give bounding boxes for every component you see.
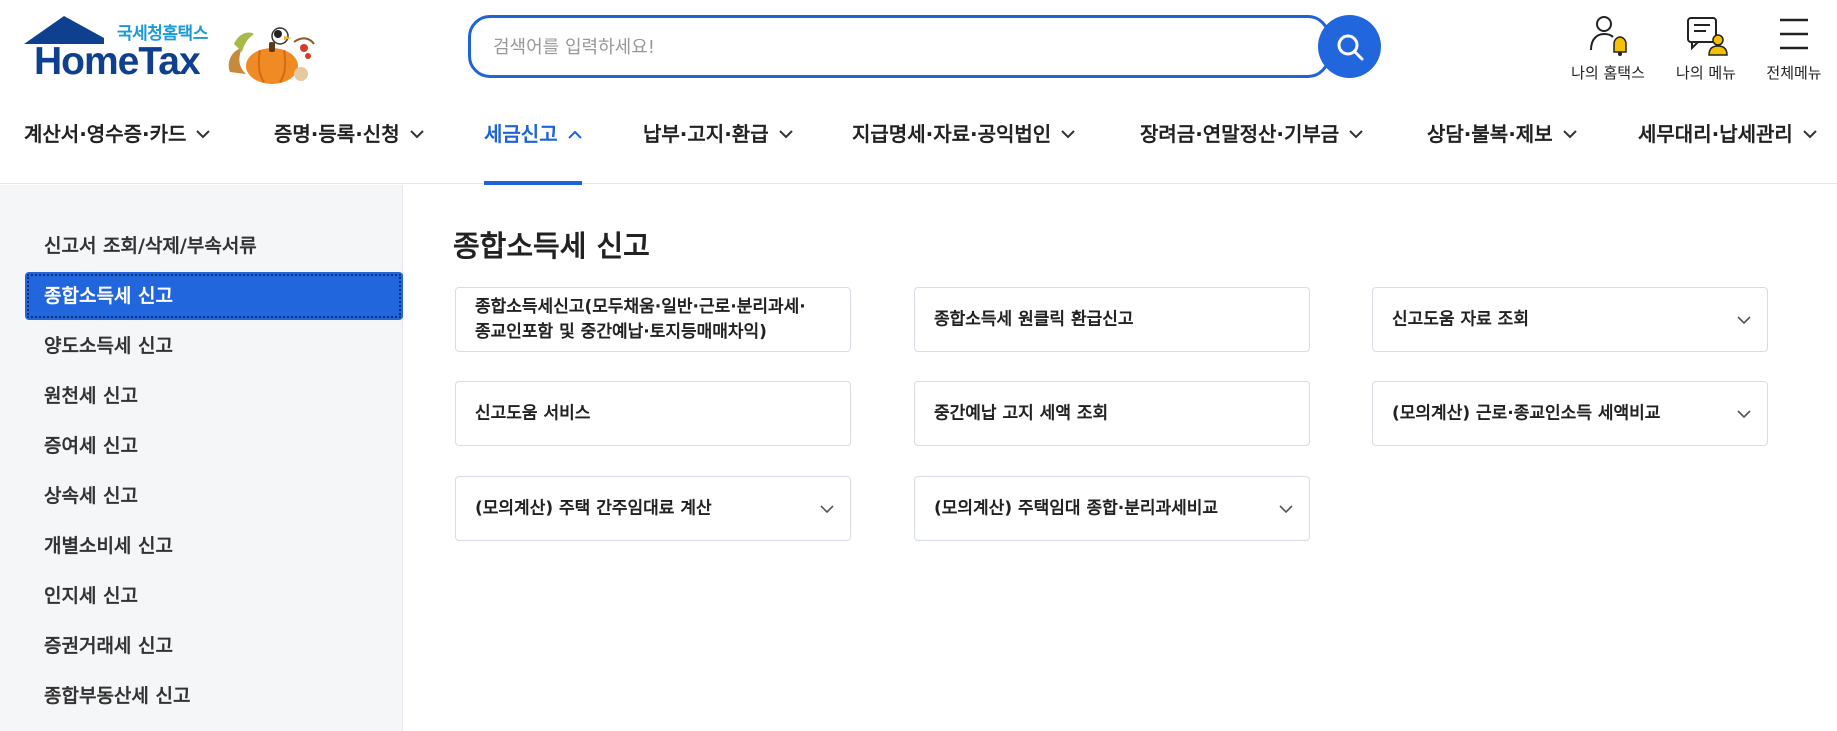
sidebar-item-comprehensive-income-tax[interactable]: 종합소득세 신고 [25,272,403,320]
card-one-click-refund[interactable]: 종합소득세 원클릭 환급신고 [914,287,1310,352]
chevron-down-icon [820,505,834,514]
chevron-down-icon [1562,130,1577,139]
gnb-item-label: 상담·불복·제보 [1427,122,1553,146]
chevron-down-icon [196,130,211,139]
hamburger-icon [1780,18,1808,50]
chevron-down-icon [1349,130,1363,139]
card-label: (모의계산) 주택임대 종합·분리과세비교 [934,498,1219,518]
card-label: (모의계산) 주택 간주임대료 계산 [475,498,712,518]
chevron-down-icon [778,130,793,139]
gnb-item-label: 지급명세·자료·공익법인 [852,122,1052,146]
sidebar-item-filing-lookup[interactable]: 신고서 조회/삭제/부속서류 [25,222,403,270]
gnb-item-payment-statement[interactable]: 지급명세·자료·공익법인 [852,118,1075,184]
hometax-logo[interactable]: 국세청홈택스 HomeTax [24,16,324,84]
page-title: 종합소득세 신고 [453,229,650,263]
sidebar-item-stamp-tax[interactable]: 인지세 신고 [25,572,403,620]
logo-title: HomeTax [34,40,201,83]
sidebar-item-withholding-tax[interactable]: 원천세 신고 [25,372,403,420]
card-filing-help-data[interactable]: 신고도움 자료 조회 [1372,287,1768,352]
menu-user-icon [1687,17,1728,56]
gnb-item-label: 납부·고지·환급 [643,122,769,146]
full-menu-button[interactable]: 전체메뉴 [1744,12,1837,82]
gnb-item-label: 장려금·연말정산·기부금 [1140,122,1340,146]
card-comprehensive-income-tax-filing[interactable]: 종합소득세신고(모두채움·일반·근로·분리과세·종교인포함 및 중간예납·토지등… [455,287,851,352]
gnb-item-tax-agent[interactable]: 세무대리·납세관리 [1638,118,1817,184]
sidebar-item-comprehensive-real-estate-tax[interactable]: 종합부동산세 신고 [25,672,403,720]
my-hometax-button[interactable]: 나의 홈택스 [1558,12,1658,82]
search-box [468,15,1330,78]
gnb-item-tax-filing[interactable]: 세금신고 [484,118,582,185]
card-label: (모의계산) 근로·종교인소득 세액비교 [1392,403,1661,423]
gnb-item-consultation-appeal[interactable]: 상담·불복·제보 [1427,118,1577,184]
util-label: 나의 메뉴 [1676,64,1736,82]
gnb-item-label: 세무대리·납세관리 [1638,122,1793,146]
global-navigation: 계산서·영수증·카드 증명·등록·신청 세금신고 납부·고지·환급 지급명세·자… [0,110,1837,185]
chevron-down-icon [1061,130,1075,139]
sidebar-item-capital-gains-tax[interactable]: 양도소득세 신고 [25,322,403,370]
sidebar-item-gift-tax[interactable]: 증여세 신고 [25,422,403,470]
card-label: 신고도움 서비스 [475,403,591,423]
search-button[interactable] [1318,15,1381,78]
gnb-item-certificate-registration[interactable]: 증명·등록·신청 [274,118,424,184]
card-label: 중간예납 고지 세액 조회 [934,403,1109,423]
gnb-item-payment-refund[interactable]: 납부·고지·환급 [643,118,793,184]
chevron-down-icon [409,130,424,139]
util-label: 나의 홈택스 [1571,64,1645,82]
pumpkin-decoration-icon [228,27,315,84]
sidebar: 신고서 조회/삭제/부속서류 종합소득세 신고 양도소득세 신고 원천세 신고 … [0,185,403,731]
sidebar-item-excise-tax[interactable]: 개별소비세 신고 [25,522,403,570]
card-label: 종합소득세 원클릭 환급신고 [934,309,1134,329]
chevron-down-icon [1803,130,1817,139]
card-label: 종합소득세신고(모두채움·일반·근로·분리과세·종교인포함 및 중간예납·토지등… [475,296,806,342]
card-filing-help-service[interactable]: 신고도움 서비스 [455,381,851,446]
chevron-down-icon [1279,505,1293,514]
gnb-item-incentive-yearend[interactable]: 장려금·연말정산·기부금 [1140,118,1363,184]
chevron-up-icon [567,130,582,139]
util-label: 전체메뉴 [1766,64,1822,82]
search-input[interactable] [493,30,1273,64]
chevron-down-icon [1737,410,1751,419]
card-mock-labor-religious-compare[interactable]: (모의계산) 근로·종교인소득 세액비교 [1372,381,1768,446]
card-mock-deemed-rent[interactable]: (모의계산) 주택 간주임대료 계산 [455,476,851,541]
card-label: 신고도움 자료 조회 [1392,309,1529,329]
sidebar-item-inheritance-tax[interactable]: 상속세 신고 [25,472,403,520]
search-icon [1337,34,1363,60]
sidebar-item-securities-transaction-tax[interactable]: 증권거래세 신고 [25,622,403,670]
gnb-item-label: 계산서·영수증·카드 [24,122,187,146]
card-interim-prepayment-lookup[interactable]: 중간예납 고지 세액 조회 [914,381,1310,446]
gnb-item-invoice-receipt-card[interactable]: 계산서·영수증·카드 [24,118,211,184]
gnb-item-label: 세금신고 [484,122,558,146]
user-bell-icon [1590,16,1627,56]
chevron-down-icon [1737,316,1751,325]
my-menu-button[interactable]: 나의 메뉴 [1656,12,1756,82]
gnb-item-label: 증명·등록·신청 [274,122,400,146]
card-mock-housing-rent-compare[interactable]: (모의계산) 주택임대 종합·분리과세비교 [914,476,1310,541]
header: 국세청홈택스 HomeTax 검색어를 입력하세요! 나의 홈택스 나의 메뉴 … [0,0,1837,94]
